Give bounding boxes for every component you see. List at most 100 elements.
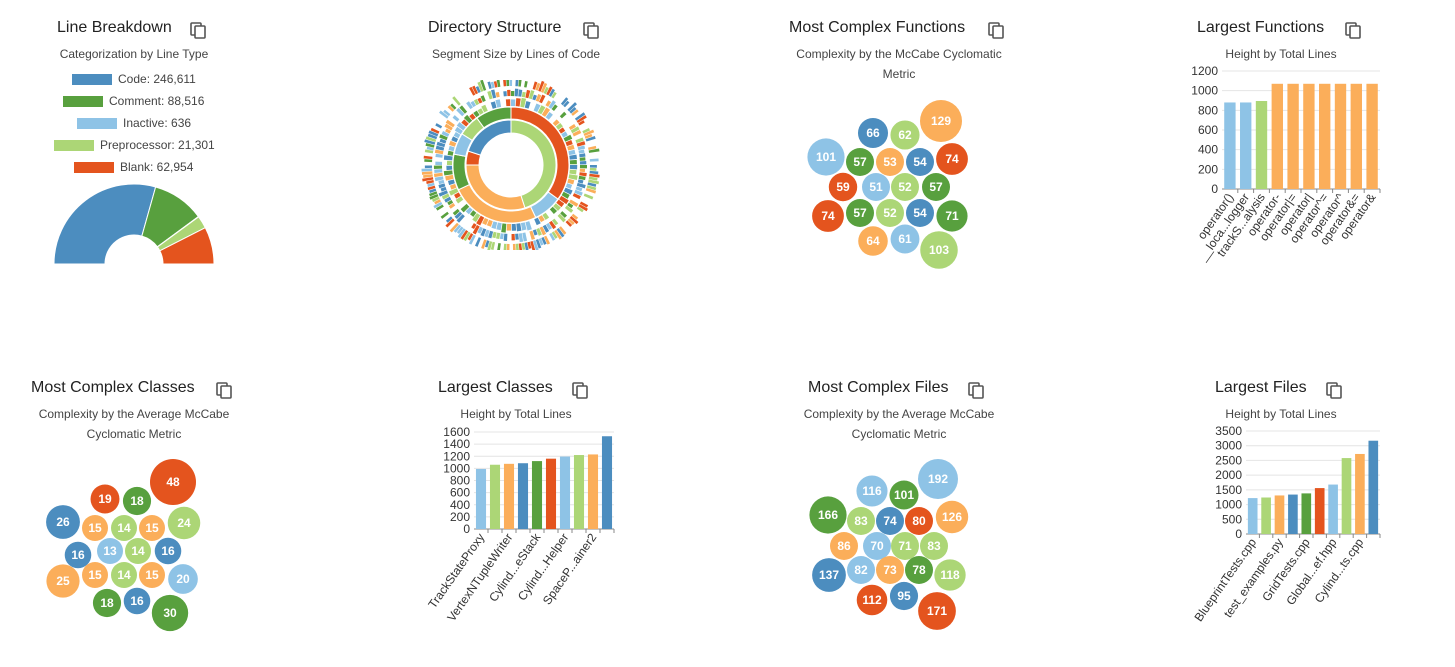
bar[interactable] [1328,484,1338,534]
legend-item-blank[interactable]: Blank: 62,954 [74,160,193,174]
bubble[interactable]: 80 [905,507,933,535]
bar[interactable] [1319,83,1331,189]
sunburst-outer-segment[interactable] [506,80,510,87]
sunburst-outer-segment[interactable] [589,167,597,171]
sunburst-outer-segment[interactable] [521,91,526,98]
sunburst-outer-segment[interactable] [505,99,511,107]
bar[interactable] [531,461,543,529]
bar[interactable] [1271,83,1283,189]
copy-icon[interactable] [583,22,599,39]
sunburst-outer-segment[interactable] [512,243,516,250]
sunburst-outer-segment[interactable] [579,172,587,177]
bar[interactable] [1314,488,1325,534]
sunburst-outer-segment[interactable] [525,221,532,231]
sunburst-outer-segment[interactable] [511,90,515,97]
bubble[interactable]: 103 [920,231,958,269]
sunburst-outer-segment[interactable] [516,223,522,232]
bubble[interactable]: 86 [830,532,858,560]
sunburst-outer-segment[interactable] [506,243,510,250]
sunburst-outer-segment[interactable] [492,231,497,239]
copy-icon[interactable] [1345,22,1361,39]
bar[interactable] [1274,495,1285,534]
bar[interactable] [1224,102,1236,189]
bubble[interactable]: 83 [920,532,948,560]
bubble[interactable]: 62 [890,120,920,150]
copy-icon[interactable] [572,382,588,399]
sunburst-outer-segment[interactable] [443,155,453,161]
bubble[interactable]: 57 [846,148,874,176]
sunburst-outer-segment[interactable] [568,174,578,180]
sunburst-outer-segment[interactable] [511,233,515,241]
sunburst-outer-segment[interactable] [452,115,460,122]
bar[interactable] [1288,494,1298,534]
sunburst-outer-segment[interactable] [569,165,578,170]
sunburst-outer-segment[interactable] [495,92,500,98]
bubble[interactable]: 66 [857,117,889,149]
sunburst-outer-segment[interactable] [438,179,445,185]
sunburst-outer-segment[interactable] [579,153,586,158]
bubble[interactable]: 20 [168,564,198,594]
sunburst-outer-segment[interactable] [518,243,523,250]
bar[interactable] [517,463,529,529]
sunburst-outer-segment[interactable] [443,170,453,176]
bar[interactable] [1366,83,1378,189]
bubble[interactable]: 78 [905,556,933,584]
sunburst-outer-segment[interactable] [424,159,433,163]
bubble[interactable]: 54 [906,199,934,227]
bubble[interactable]: 71 [891,532,919,560]
bar[interactable] [503,463,515,529]
sunburst-outer-segment[interactable] [509,80,513,87]
bubble[interactable]: 57 [922,173,950,201]
sunburst-outer-segment[interactable] [495,232,501,240]
bubble[interactable]: 82 [847,556,875,584]
legend-item-code[interactable]: Code: 246,611 [72,72,196,86]
sunburst-outer-segment[interactable] [578,149,585,154]
sunburst-outer-segment[interactable] [421,168,433,172]
legend-item-inactive[interactable]: Inactive: 636 [77,116,191,130]
legend-item-comment[interactable]: Comment: 88,516 [63,94,204,108]
bubble[interactable]: 61 [890,224,920,254]
sunburst-outer-segment[interactable] [579,165,588,169]
bubble[interactable]: 16 [123,587,151,615]
sunburst-outer-segment[interactable] [447,150,454,156]
bar[interactable] [1334,83,1347,189]
bubble[interactable]: 95 [889,581,919,611]
sunburst-outer-segment[interactable] [445,174,454,181]
bubble[interactable]: 51 [862,173,890,201]
bubble[interactable]: 59 [828,172,858,202]
bubble[interactable]: 13 [97,538,123,564]
sunburst-outer-segment[interactable] [421,171,433,175]
sunburst-outer-segment[interactable] [452,96,461,106]
bar[interactable] [1303,83,1315,189]
bubble[interactable]: 73 [876,556,904,584]
sunburst-outer-segment[interactable] [507,89,511,97]
sunburst-outer-segment[interactable] [497,242,501,250]
sunburst-outer-segment[interactable] [446,160,453,165]
copy-icon[interactable] [1326,382,1342,399]
sunburst-outer-segment[interactable] [515,233,519,240]
sunburst-outer-segment[interactable] [589,158,599,162]
sunburst-outer-segment[interactable] [495,99,502,108]
sunburst-outer-segment[interactable] [583,193,594,200]
sunburst-outer-segment[interactable] [521,242,526,250]
bar[interactable] [1301,493,1312,534]
sunburst-outer-segment[interactable] [501,223,507,233]
bubble[interactable]: 116 [856,475,888,507]
bubble[interactable]: 64 [858,226,888,256]
bubble[interactable]: 118 [934,559,966,591]
copy-icon[interactable] [968,382,984,399]
bubble[interactable]: 137 [812,558,846,592]
sunburst-outer-segment[interactable] [515,80,519,87]
sunburst-outer-segment[interactable] [578,175,586,181]
bubble[interactable]: 126 [935,500,969,534]
bubble[interactable]: 57 [846,199,874,227]
bubble[interactable]: 83 [847,507,875,535]
bar[interactable] [1368,440,1379,534]
sunburst-outer-segment[interactable] [433,172,443,178]
bubble[interactable]: 71 [936,200,968,232]
sunburst-outer-segment[interactable] [503,233,508,242]
sunburst-outer-segment[interactable] [579,161,587,165]
sunburst-outer-segment[interactable] [506,223,511,231]
bubble[interactable]: 52 [891,173,919,201]
bubble[interactable]: 52 [876,199,904,227]
